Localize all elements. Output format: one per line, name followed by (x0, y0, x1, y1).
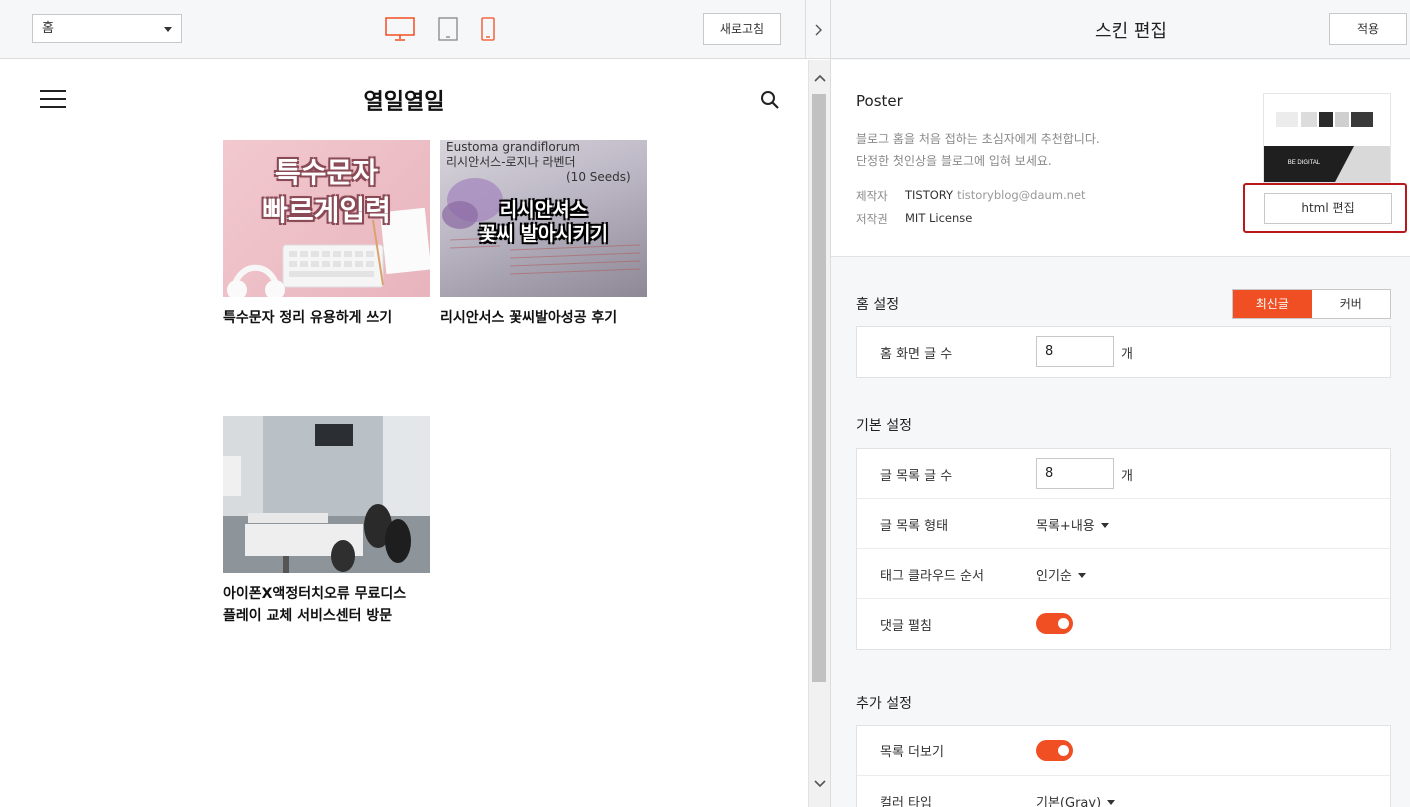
list-type-label: 글 목록 형태 (880, 519, 949, 534)
cover-option[interactable]: 커버 (1311, 290, 1390, 318)
setting-row: 목록 더보기 (857, 726, 1390, 776)
skin-name: Poster (856, 92, 903, 110)
maker-label: 제작자 (856, 189, 888, 203)
panel-header: 스킨 편집 적용 (831, 0, 1410, 59)
search-icon[interactable] (760, 90, 780, 110)
extra-settings-box: 목록 더보기 컬러 타입 기본(Gray) (856, 725, 1391, 807)
blog-preview: 열일열일 특수문자 빠르게입력 특수문자 정리 유용하게 쓰기 Eustoma … (0, 60, 808, 807)
panel-title: 스킨 편집 (1095, 21, 1167, 42)
page-select[interactable]: 홈 (32, 14, 182, 43)
collapse-panel-button[interactable] (805, 0, 830, 59)
list-post-count-input[interactable]: 8 (1036, 458, 1114, 489)
setting-row: 글 목록 글 수 8 개 (857, 449, 1390, 499)
home-settings-box: 홈 화면 글 수 8 개 (856, 326, 1391, 378)
highlight-frame: html 편집 (1243, 183, 1407, 233)
thumbnail-text: 리시안셔스 꽃씨 발아시키기 (479, 199, 608, 245)
color-type-dropdown[interactable]: 기본(Gray) (1036, 792, 1116, 807)
list-type-dropdown[interactable]: 목록+내용 (1036, 515, 1109, 534)
list-more-toggle[interactable] (1036, 740, 1073, 761)
tablet-view-icon[interactable] (438, 17, 458, 41)
latest-posts-option[interactable]: 최신글 (1233, 290, 1312, 318)
skin-description: 단정한 첫인상을 블로그에 입혀 보세요. (856, 154, 1052, 168)
tag-order-value: 인기순 (1036, 569, 1072, 584)
apply-button[interactable]: 적용 (1329, 13, 1407, 45)
chevron-right-icon (815, 24, 822, 35)
post-title-line: 플레이 교체 서비스센터 방문 (223, 608, 393, 624)
caret-down-icon (1100, 523, 1109, 528)
basic-settings-box: 글 목록 글 수 8 개 글 목록 형태 목록+내용 태그 클라우드 순서 인기… (856, 448, 1391, 650)
scrollbar-thumb[interactable] (812, 94, 826, 682)
license-label: 저작권 (856, 212, 888, 226)
caret-down-icon (1107, 800, 1116, 805)
post-title[interactable]: 특수문자 정리 유용하게 쓰기 (223, 307, 430, 329)
mobile-view-icon[interactable] (481, 17, 495, 41)
unit-label: 개 (1121, 469, 1133, 484)
skin-edit-panel: 스킨 편집 적용 Poster 블로그 홈을 처음 접하는 초심자에게 추천합니… (830, 0, 1410, 807)
chevron-down-icon (164, 27, 172, 32)
basic-settings-title: 기본 설정 (856, 418, 912, 434)
list-type-value: 목록+내용 (1036, 519, 1095, 534)
preview-toolbar: 홈 새로고침 (0, 0, 830, 59)
toggle-knob (1058, 618, 1069, 629)
maker-email: tistoryblog@daum.net (957, 188, 1086, 202)
blog-title[interactable]: 열일열일 (0, 84, 808, 116)
color-type-value: 기본(Gray) (1036, 796, 1102, 807)
preview-scrollbar[interactable] (808, 60, 830, 807)
post-thumbnail[interactable]: 특수문자 빠르게입력 (223, 140, 430, 297)
service-center-photo (223, 416, 430, 573)
maker-value: TISTORY tistoryblog@daum.net (905, 188, 1086, 202)
skin-preview-thumbnail: BE DIGITAL (1263, 93, 1391, 183)
setting-row: 댓글 펼침 (857, 599, 1390, 649)
thumbnail-caption: BE DIGITAL (1287, 160, 1321, 166)
setting-row: 글 목록 형태 목록+내용 (857, 499, 1390, 549)
packet-label: Eustoma grandiflorum 리시안서스-로지나 라벤더 (10 S… (446, 140, 631, 184)
caret-down-icon (1077, 573, 1086, 578)
unit-label: 개 (1121, 347, 1133, 362)
scroll-down-icon[interactable] (814, 780, 826, 788)
skin-info: Poster 블로그 홈을 처음 접하는 초심자에게 추천합니다. 단정한 첫인… (831, 60, 1410, 257)
toggle-knob (1058, 745, 1069, 756)
skin-description: 블로그 홈을 처음 접하는 초심자에게 추천합니다. (856, 132, 1100, 146)
post-thumbnail[interactable]: Eustoma grandiflorum 리시안서스-로지나 라벤더 (10 S… (440, 140, 647, 297)
post-title[interactable]: 아이폰X액정터치오류 무료디스 플레이 교체 서비스센터 방문 (223, 583, 430, 627)
setting-row: 컬러 타입 기본(Gray) (857, 776, 1390, 807)
license-value: MIT License (905, 211, 973, 225)
post-card[interactable]: 아이폰X액정터치오류 무료디스 플레이 교체 서비스센터 방문 (223, 416, 430, 627)
post-title-line: 아이폰X액정터치오류 무료디스 (223, 586, 407, 602)
post-card[interactable]: Eustoma grandiflorum 리시안서스-로지나 라벤더 (10 S… (440, 140, 647, 329)
scroll-up-icon[interactable] (814, 74, 826, 82)
comment-expand-label: 댓글 펼침 (880, 619, 932, 634)
post-title[interactable]: 리시안서스 꽃씨발아성공 후기 (440, 307, 647, 329)
post-card[interactable]: 특수문자 빠르게입력 특수문자 정리 유용하게 쓰기 (223, 140, 430, 329)
preview-pane: 홈 새로고침 열일열일 특수문자 빠르게입력 특수문자 정리 유용하게 쓰기 E… (0, 0, 830, 807)
setting-row: 홈 화면 글 수 8 개 (857, 327, 1390, 377)
desktop-view-icon[interactable] (385, 17, 415, 41)
tag-order-dropdown[interactable]: 인기순 (1036, 565, 1086, 584)
extra-settings-title: 추가 설정 (856, 696, 912, 712)
refresh-button[interactable]: 새로고침 (703, 13, 781, 45)
tag-order-label: 태그 클라우드 순서 (880, 569, 984, 584)
thumbnail-text: 특수문자 빠르게입력 (262, 156, 391, 227)
html-edit-button[interactable]: html 편집 (1264, 193, 1392, 224)
setting-row: 태그 클라우드 순서 인기순 (857, 549, 1390, 599)
list-post-count-label: 글 목록 글 수 (880, 469, 953, 484)
page-select-value: 홈 (42, 21, 54, 36)
list-more-label: 목록 더보기 (880, 745, 944, 760)
post-thumbnail[interactable] (223, 416, 430, 573)
color-type-label: 컬러 타입 (880, 796, 932, 807)
home-mode-toggle[interactable]: 최신글 커버 (1232, 289, 1391, 319)
home-post-count-input[interactable]: 8 (1036, 336, 1114, 367)
comment-expand-toggle[interactable] (1036, 613, 1073, 634)
maker-name: TISTORY (905, 188, 954, 202)
home-settings-title: 홈 설정 (856, 297, 900, 313)
home-post-count-label: 홈 화면 글 수 (880, 347, 953, 362)
